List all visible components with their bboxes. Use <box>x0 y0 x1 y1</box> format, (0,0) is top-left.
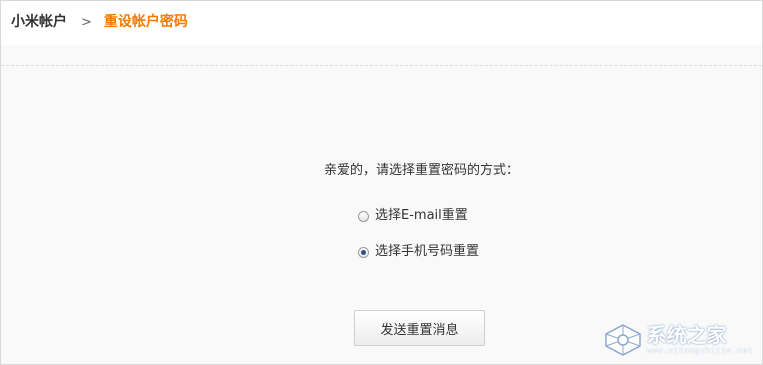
email-reset-radio[interactable] <box>358 210 369 222</box>
email-reset-option[interactable]: 选择E-mail重置 <box>358 207 468 225</box>
reset-method-prompt: 亲爱的，请选择重置密码的方式： <box>324 163 520 178</box>
email-reset-label[interactable]: 选择E-mail重置 <box>375 207 468 225</box>
watermark-url: www.xitongzhijia.net <box>646 346 753 355</box>
header-bar: 小米帐户 > 重设帐户密码 <box>1 1 762 45</box>
phone-reset-option[interactable]: 选择手机号码重置 <box>358 243 479 261</box>
breadcrumb-root-link[interactable]: 小米帐户 <box>11 14 67 30</box>
breadcrumb-separator: > <box>81 15 92 30</box>
header-divider <box>1 65 762 66</box>
watermark: 系统之家 www.xitongzhijia.net <box>603 323 753 357</box>
page-frame: 小米帐户 > 重设帐户密码 亲爱的，请选择重置密码的方式： 选择E-mail重置 选… <box>0 0 763 365</box>
phone-reset-label[interactable]: 选择手机号码重置 <box>375 243 479 261</box>
watermark-text: 系统之家 www.xitongzhijia.net <box>647 324 753 356</box>
watermark-name: 系统之家 <box>646 323 727 347</box>
phone-reset-radio[interactable] <box>358 246 369 258</box>
page-title: 重设帐户密码 <box>103 14 188 30</box>
send-reset-message-button[interactable]: 发送重置消息 <box>354 310 485 346</box>
breadcrumb: 小米帐户 > 重设帐户密码 <box>11 13 188 32</box>
watermark-logo-icon <box>604 324 641 356</box>
